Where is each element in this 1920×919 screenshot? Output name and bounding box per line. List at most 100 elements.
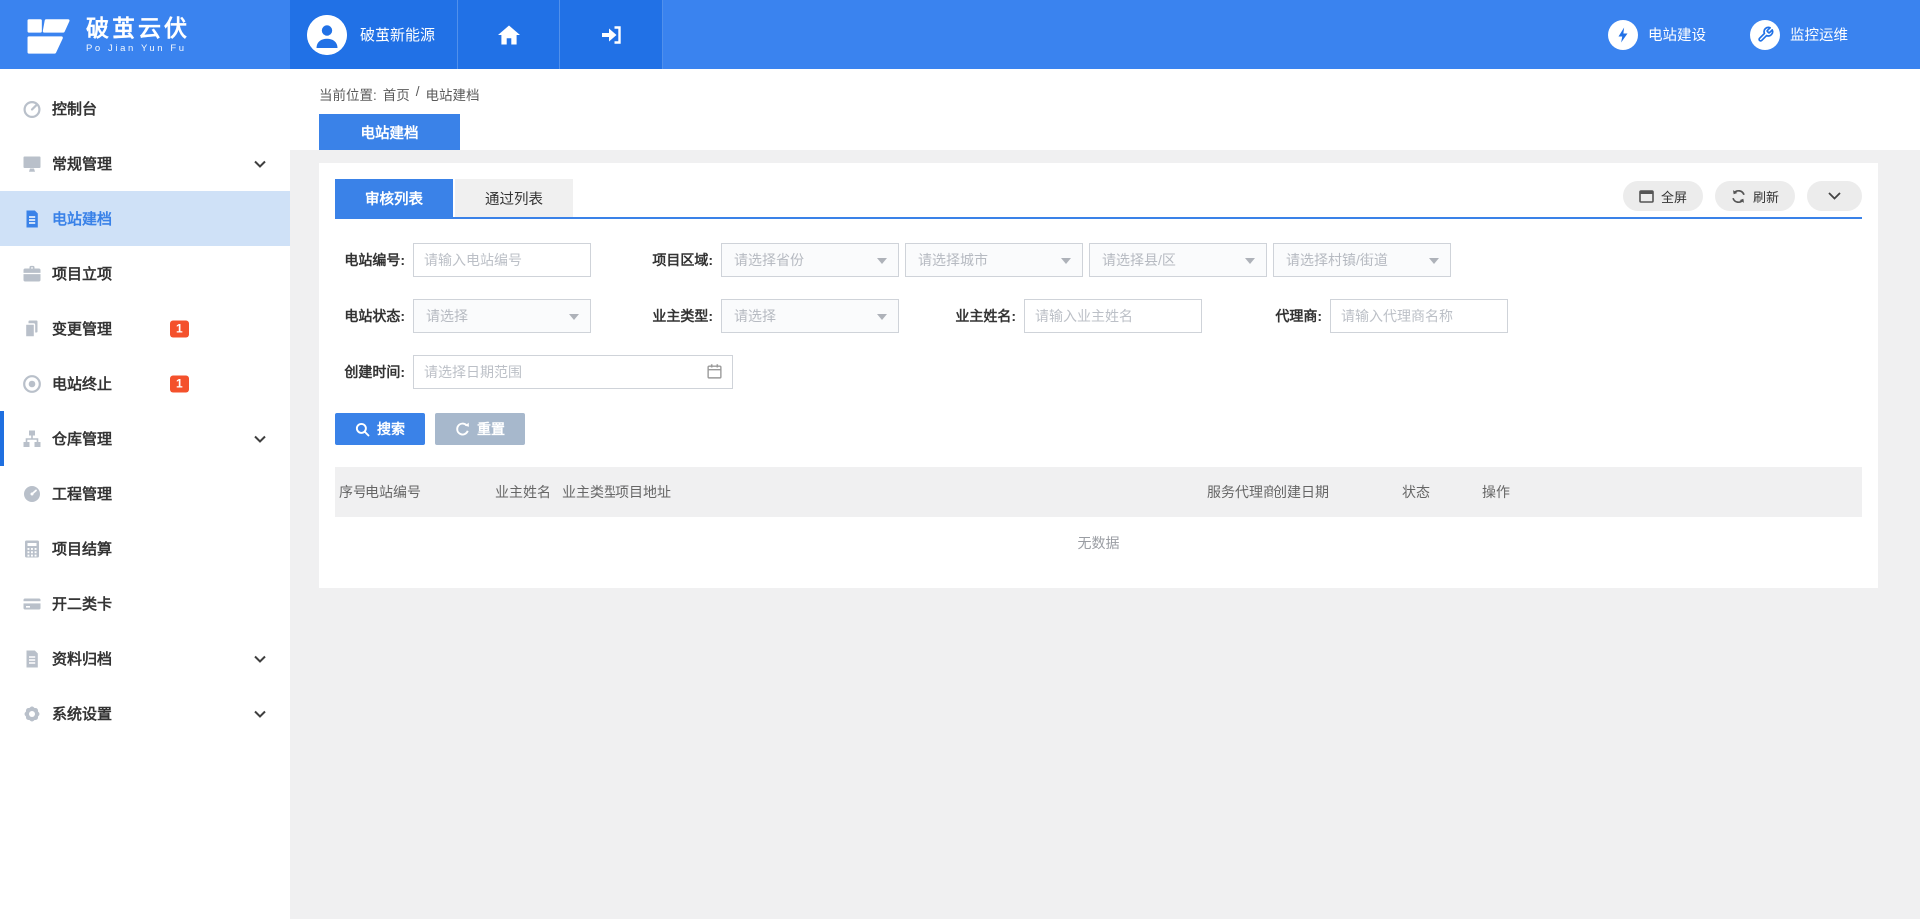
copy-icon [22, 319, 42, 339]
notification-badge: 1 [170, 375, 189, 392]
sidebar-item-project-settlement[interactable]: 项目结算 [0, 521, 290, 576]
create-time-label: 创建时间: [335, 362, 405, 382]
breadcrumb-separator: / [416, 84, 420, 104]
filter-buttons: 搜索 重置 [335, 413, 1862, 445]
col-create-date: 创建日期 [1273, 467, 1402, 517]
content-card: 审核列表 通过列表 全屏 刷新 [319, 163, 1878, 588]
sidebar-item-data-archive[interactable]: 资料归档 [0, 631, 290, 686]
sidebar-item-label: 电站建档 [52, 208, 112, 229]
station-status-select[interactable]: 请选择 [413, 299, 591, 333]
breadcrumb-current: 电站建档 [426, 84, 480, 104]
brand-logo: 破茧云伏 Po Jian Yun Fu [0, 0, 290, 69]
home-button[interactable] [458, 0, 560, 69]
table-header-row: 序号 电站编号 业主姓名 业主类型 项目地址 服务代理商 创建日期 状态 操作 [335, 467, 1862, 517]
caret-down-icon [1061, 258, 1071, 269]
top-header: 破茧云伏 Po Jian Yun Fu 破茧新能源 电站建设 [0, 0, 1920, 69]
empty-state: 无数据 [335, 517, 1862, 569]
province-select-placeholder: 请选择省份 [734, 250, 804, 270]
refresh-button[interactable]: 刷新 [1715, 181, 1795, 211]
sidebar-item-label: 工程管理 [52, 483, 112, 504]
sidebar-item-label: 变更管理 [52, 318, 112, 339]
agent-input[interactable] [1330, 299, 1508, 333]
chevron-down-icon [254, 435, 266, 443]
station-no-label: 电站编号: [335, 250, 405, 270]
page-tab-station-filing[interactable]: 电站建档 [319, 114, 460, 150]
brand-name: 破茧云伏 [86, 16, 190, 40]
briefcase-icon [22, 264, 42, 284]
col-actions: 操作 [1482, 467, 1862, 517]
sidebar-item-open-card[interactable]: 开二类卡 [0, 576, 290, 631]
sidebar-item-label: 项目结算 [52, 538, 112, 559]
col-owner-name: 业主姓名 [495, 467, 562, 517]
sidebar-item-label: 项目立项 [52, 263, 112, 284]
tab-passed-list[interactable]: 通过列表 [455, 179, 573, 217]
fullscreen-button[interactable]: 全屏 [1623, 181, 1703, 211]
sidebar-item-label: 系统设置 [52, 703, 112, 724]
sidebar-item-station-terminate[interactable]: 电站终止 1 [0, 356, 290, 411]
caret-down-icon [569, 314, 579, 325]
reset-button[interactable]: 重置 [435, 413, 525, 445]
sidebar-item-label: 常规管理 [52, 153, 112, 174]
sidebar-item-label: 仓库管理 [52, 428, 112, 449]
breadcrumb: 当前位置: 首页 / 电站建档 [319, 84, 1920, 104]
reset-icon [455, 422, 470, 437]
sidebar-item-label: 控制台 [52, 98, 97, 119]
caret-down-icon [1245, 258, 1255, 269]
fullscreen-label: 全屏 [1661, 187, 1687, 206]
sidebar: 控制台 常规管理 电站建档 项目立项 1 变更管理 1 [0, 69, 290, 919]
owner-name-label: 业主姓名: [946, 306, 1016, 326]
wrench-icon [1750, 20, 1780, 50]
sidebar-item-project-init[interactable]: 项目立项 1 [0, 246, 290, 301]
gauge-icon [22, 484, 42, 504]
nav-monitor-ops[interactable]: 监控运维 [1750, 20, 1848, 50]
window-icon [1639, 190, 1654, 203]
sidebar-item-engineering-mgmt[interactable]: 工程管理 [0, 466, 290, 521]
agent-label: 代理商: [1252, 306, 1322, 326]
city-select[interactable]: 请选择城市 [905, 243, 1083, 277]
breadcrumb-bar: 当前位置: 首页 / 电站建档 电站建档 [290, 69, 1920, 150]
owner-name-input[interactable] [1024, 299, 1202, 333]
caret-down-icon [877, 314, 887, 325]
station-no-input[interactable] [413, 243, 591, 277]
sidebar-item-warehouse-mgmt[interactable]: 仓库管理 [0, 411, 290, 466]
breadcrumb-home-link[interactable]: 首页 [383, 84, 410, 104]
collapse-toolbar-button[interactable] [1807, 181, 1862, 211]
filter-row-2: 电站状态: 请选择 业主类型: 请选择 业主姓名: [335, 299, 1862, 333]
login-button[interactable] [560, 0, 663, 69]
sidebar-item-system-settings[interactable]: 系统设置 [0, 686, 290, 741]
col-seq: 序号 [335, 467, 365, 517]
brand-logo-icon [26, 14, 72, 56]
user-menu[interactable]: 破茧新能源 [290, 0, 458, 69]
sidebar-item-change-mgmt[interactable]: 变更管理 1 [0, 301, 290, 356]
filter-row-3: 创建时间: [335, 355, 1862, 389]
col-status: 状态 [1402, 467, 1482, 517]
sidebar-item-general-mgmt[interactable]: 常规管理 [0, 136, 290, 191]
document-icon [22, 209, 42, 229]
county-select[interactable]: 请选择县/区 [1089, 243, 1267, 277]
nav-station-build[interactable]: 电站建设 [1608, 20, 1706, 50]
nav-station-build-label: 电站建设 [1648, 24, 1706, 45]
owner-type-label: 业主类型: [643, 306, 713, 326]
search-button[interactable]: 搜索 [335, 413, 425, 445]
sitemap-icon [22, 429, 42, 449]
filter-row-1: 电站编号: 项目区域: 请选择省份 请选择城市 请选择县/区 [335, 243, 1862, 277]
home-icon [497, 24, 521, 46]
village-select[interactable]: 请选择村镇/街道 [1273, 243, 1451, 277]
sidebar-item-label: 电站终止 [52, 373, 112, 394]
sidebar-item-station-filing[interactable]: 电站建档 [0, 191, 290, 246]
sidebar-item-label: 开二类卡 [52, 593, 112, 614]
chevron-down-icon [1828, 192, 1841, 200]
sidebar-item-console[interactable]: 控制台 [0, 81, 290, 136]
chevron-down-icon [254, 160, 266, 168]
caret-down-icon [1429, 258, 1439, 269]
tab-review-list[interactable]: 审核列表 [335, 179, 453, 217]
user-company-name: 破茧新能源 [360, 24, 435, 45]
region-label: 项目区域: [643, 250, 713, 270]
panel-tabs: 审核列表 通过列表 全屏 刷新 [335, 179, 1862, 219]
owner-type-select[interactable]: 请选择 [721, 299, 899, 333]
province-select[interactable]: 请选择省份 [721, 243, 899, 277]
panel-actions: 全屏 刷新 [1623, 181, 1862, 215]
calculator-icon [22, 539, 42, 559]
sidebar-item-label: 资料归档 [52, 648, 112, 669]
date-range-input[interactable] [413, 355, 733, 389]
